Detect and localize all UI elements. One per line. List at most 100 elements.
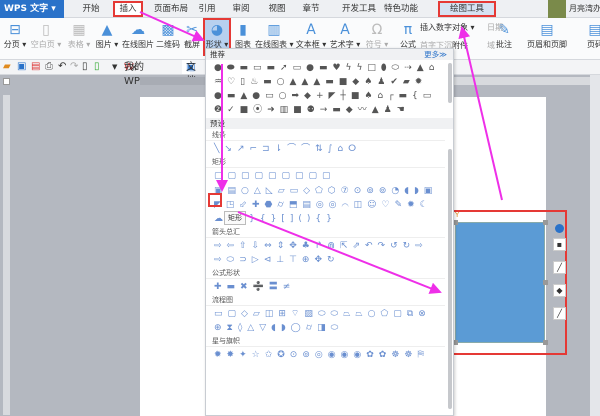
section-title: 星与旗帜 [206,335,445,347]
ribbon-icon: ▤ [540,22,554,38]
shape-grid[interactable]: ▭▢◇▱◫⊞⌔▨⬭⬭⏢⏢○⬠▢⧉⊗⊕⧗◊△▽◖◗◯⌭◨⬭ [206,306,448,335]
ribbon-button-2[interactable]: ▦ 表格 ▾ [66,20,92,58]
rotate-handle-icon[interactable]: Y [455,211,459,219]
ribbon-icon: ⊟ [9,22,21,38]
ruler-corner[interactable] [3,78,10,85]
resize-handle[interactable] [543,340,548,345]
ribbon-button-6[interactable]: ✂ 截屏 [182,20,202,58]
ribbon-icon: A [306,22,316,38]
ribbon-small-button-0[interactable]: 插入数字 [420,22,452,33]
highlight-box-rectangle [208,193,222,207]
ribbon-small-button-1[interactable]: 对象 ▾ [452,22,475,33]
recommended-shapes[interactable]: ●⬬▬▭▬➚▭●▬♥ϟϟ□⬮⬭⇢▲⌂♒♡▯♨▬○▲▲▲▬■◆♠♟✔▰✹●▬▲●▭… [206,60,448,117]
section-title: 公式形状 [206,267,445,279]
ribbon-icon: ▤ [588,22,600,38]
avatar[interactable] [548,0,566,18]
horizontal-ruler [140,77,210,85]
ribbon-label: 批注 [496,40,512,49]
section-title: 预设 [210,119,225,128]
shape-grid[interactable]: ✚▬✖➗〓≠ [206,279,448,294]
section-recommended: 推荐 更多≫ [206,49,453,60]
chevron-down-icon[interactable]: ▼ [112,63,117,71]
section-title: 推荐 [210,50,225,59]
shape-grid[interactable]: ╲↘↗⌐⊐⇂⌒⌒⇅∫⌂ⵔ [206,141,448,156]
vertical-scrollbar[interactable] [590,75,600,416]
ribbon-label: 页眉和页脚 [527,40,567,49]
tab-1[interactable]: 插入 [113,1,143,17]
rectangle-shape[interactable] [455,222,545,343]
pdf-icon[interactable]: ▤ [31,61,40,72]
ribbon-button-5[interactable]: ▩ 二维码 [156,20,180,58]
ribbon-label: 图片 ▾ [95,40,119,49]
section-title: 箭头总汇 [206,226,445,238]
wps-app-menu[interactable]: WPS 文字 ▾ [0,0,64,18]
ribbon-icon: ✂ [186,22,198,38]
ribbon-icon: A [340,22,350,38]
tab-9[interactable]: 绘图工具 [438,1,496,17]
tab-7[interactable]: 开发工具 [338,0,380,18]
resize-handle[interactable] [543,220,548,225]
ribbon-small-button-4[interactable]: 附件 [452,40,468,51]
new-icon[interactable]: ▯ [82,61,88,72]
fill-color-icon[interactable]: ◆ [553,284,566,297]
ribbon-label: 分页 ▾ [3,40,27,49]
ribbon-button-16[interactable]: ▤ 页码 [580,20,600,58]
ribbon-label: 表格 ▾ [67,40,91,49]
ribbon-icon: π [403,22,413,38]
ribbon-icon: ◕ [210,22,224,38]
save-icon[interactable]: ▣ [17,61,26,72]
ribbon-button-3[interactable]: ▲ 图片 ▾ [94,20,120,58]
ribbon-small-button-5[interactable]: 域 [487,40,495,51]
tab-5[interactable]: 视图 [262,0,292,18]
horizontal-ruler-right [453,77,600,85]
ribbon-label: 空白页 ▾ [30,40,62,49]
tab-2[interactable]: 页面布局 [150,0,192,18]
ribbon-icon: ▩ [161,22,175,38]
user-name[interactable]: 月亮湾办... [569,0,600,18]
section-title: 矩形 [206,156,445,168]
tab-document[interactable]: ▣ 文档 [182,60,196,87]
shape-grid[interactable]: ▢▢▢▢▢▢▢▢▢ [206,168,448,183]
section-title: 流程图 [206,294,445,306]
refresh-icon[interactable]: ▯ [94,61,100,72]
print-icon[interactable]: ⎙ [45,61,53,72]
app-logo: WPS 文字 [4,4,49,14]
title-bar: WPS 文字 ▾ 开始 插入 页面布局 引用 审阅 视图 章节 开发工具 特色功能 绘图工具 月亮… [0,0,600,18]
ribbon-label: 页码 [587,40,600,49]
tab-3[interactable]: 引用 [192,0,222,18]
ribbon-icon: ▲ [101,22,113,38]
tab-4[interactable]: 审阅 [226,0,256,18]
panel-scrollbar-top[interactable] [448,63,452,103]
panel-scrollbar[interactable] [448,149,452,409]
shape-grid[interactable]: ✹✸✦☆✩✪⊙⊚◎◉◉◉✿✿☸☸⛿ [206,347,448,362]
tooltip: 矩形 [224,211,246,225]
redo-icon[interactable]: ↷ [70,61,78,72]
ribbon-button-15[interactable]: ▤ 页眉和页脚 [522,20,572,58]
resize-handle[interactable] [543,280,548,285]
open-icon[interactable]: ▰ [3,61,11,72]
tab-0[interactable]: 开始 [76,0,106,18]
shapes-dropdown-panel: 推荐 更多≫ ●⬬▬▭▬➚▭●▬♥ϟϟ□⬮⬭⇢▲⌂♒♡▯♨▬○▲▲▲▬■◆♠♟✔▰… [205,48,454,416]
outline-icon[interactable]: ╱ [553,261,566,274]
section-preset: 预设 [206,118,453,129]
ribbon-button-0[interactable]: ⊟ 分页 ▾ [3,20,27,58]
ribbon-button-1[interactable]: ▯ 空白页 ▾ [30,20,62,58]
close-icon[interactable]: × [130,61,138,75]
layout-options-icon[interactable] [555,224,564,233]
ribbon-icon: ▮ [239,22,247,38]
ribbon-icon: ▦ [72,22,86,38]
section-title: 线条 [206,129,445,141]
ribbon-icon: ▥ [267,22,281,38]
ribbon-icon: ☁ [131,22,145,38]
shape-style-icon[interactable]: ▪ [553,238,566,251]
line-color-icon[interactable]: ╱ [553,307,566,320]
ribbon-icon: Ω [371,22,383,38]
ribbon-button-4[interactable]: ☁ 在线图片 [122,20,154,58]
tab-8[interactable]: 特色功能 [380,0,422,18]
more-link[interactable]: 更多≫ [424,49,447,60]
ribbon-small-button-2[interactable]: 日期 [487,22,503,33]
undo-icon[interactable]: ↶ [58,61,66,72]
tab-6[interactable]: 章节 [296,0,326,18]
shape-grid[interactable]: ⇨⇦⇧⇩⇔⇕✥♣↱⋒⇱⇗↶↷↺↻⇨⇨⬭⊃▷⊲⊥⊤⊕✥↻ [206,238,448,267]
ribbon-label: 在线图片 [122,40,154,49]
